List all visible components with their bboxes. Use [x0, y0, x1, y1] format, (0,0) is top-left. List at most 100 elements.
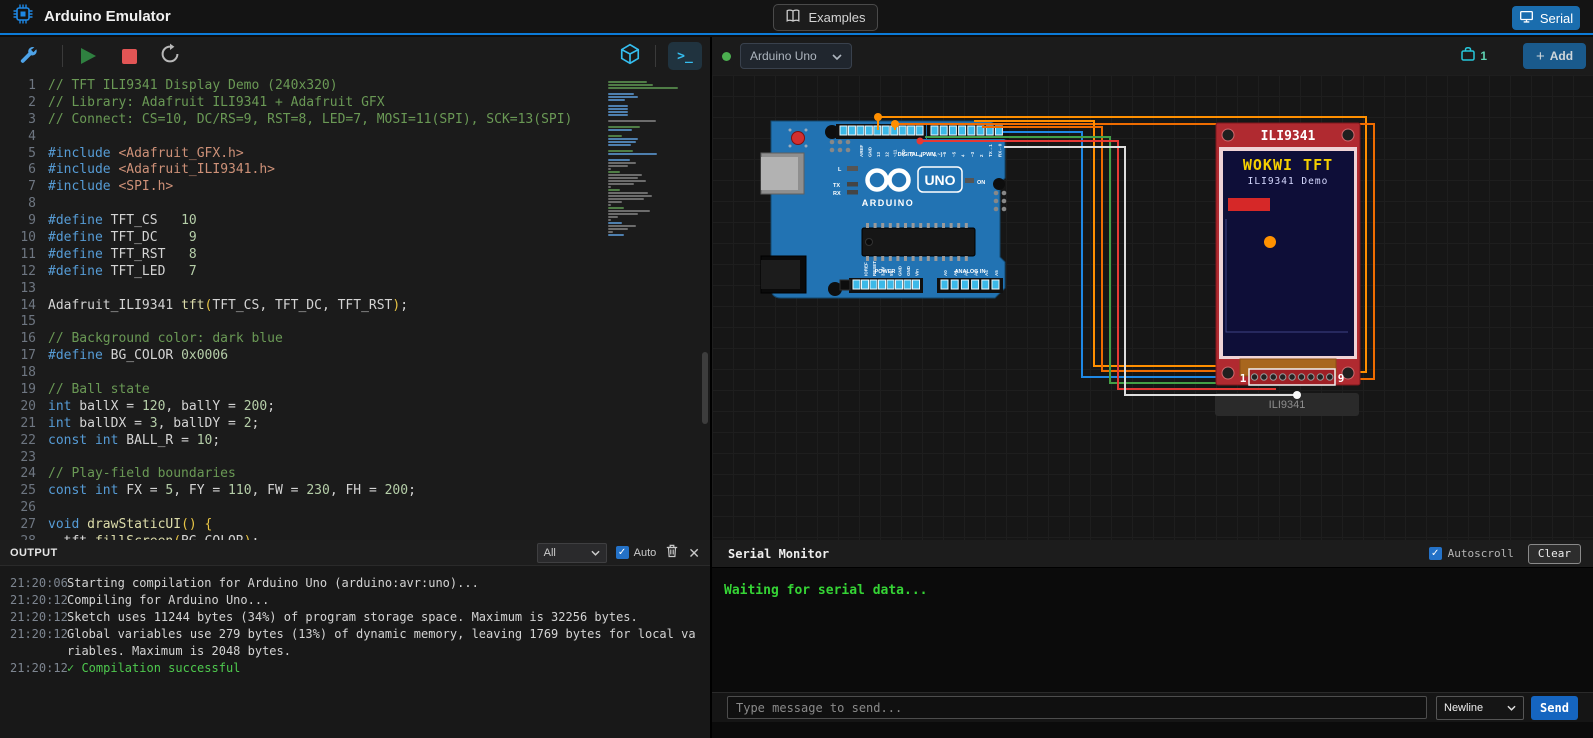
- atmega-chip: [862, 228, 975, 256]
- log-row: 21:20:12Sketch uses 11244 bytes (34%) of…: [0, 609, 710, 626]
- code-line: 19// Ball state: [0, 382, 572, 399]
- terminal-toggle-button[interactable]: >_: [668, 42, 702, 70]
- ili9341-tft-module[interactable]: ILI9341 WOKWI TFT ILI9341 Demo 1 9: [1216, 123, 1360, 385]
- pin: [968, 126, 975, 135]
- wire-endpoint-dot[interactable]: [1293, 391, 1301, 399]
- icsp-pin: [1002, 199, 1007, 204]
- icsp-pin: [846, 140, 851, 145]
- led-tx: [847, 182, 858, 187]
- code-line: 6#include <Adafruit_ILI9341.h>: [0, 162, 572, 179]
- code-line: 13: [0, 281, 572, 298]
- wire-orange[interactable]: [974, 121, 1252, 366]
- icsp-pin: [830, 140, 835, 145]
- run-button[interactable]: [81, 48, 96, 64]
- arduino-uno-board[interactable]: AREFGND1312~11~10~987~6~54~32TX→1RX←0 DI…: [761, 121, 1009, 298]
- tft-pin: [1261, 374, 1267, 380]
- minimap-line: [608, 96, 638, 98]
- chip-leg: [896, 223, 899, 228]
- minimap-line: [608, 159, 630, 161]
- tft-screen-subtitle: ILI9341 Demo: [1248, 176, 1329, 187]
- minimap-line: [608, 207, 624, 209]
- examples-label: Examples: [808, 10, 865, 25]
- pin: [904, 280, 911, 289]
- pin: [899, 126, 906, 135]
- code-line: 5#include <Adafruit_GFX.h>: [0, 146, 572, 163]
- pin: [870, 280, 877, 289]
- auto-checkbox[interactable]: ✓: [616, 546, 629, 559]
- serial-toggle-button[interactable]: Serial: [1512, 6, 1580, 30]
- serial-title: Serial Monitor: [728, 547, 829, 561]
- stop-button[interactable]: [122, 49, 137, 64]
- chevron-down-icon: [591, 547, 600, 559]
- chip-leg: [927, 256, 930, 261]
- pin: [896, 280, 903, 289]
- minimap-line: [608, 153, 657, 155]
- editor-toolbar: >_: [0, 37, 710, 75]
- pin: [882, 126, 889, 135]
- chip-leg: [866, 223, 869, 228]
- status-dot: [722, 52, 731, 61]
- chip-leg: [912, 223, 915, 228]
- chip-leg: [896, 256, 899, 261]
- add-part-button[interactable]: + Add: [1523, 43, 1586, 69]
- pin-label: A0: [943, 270, 948, 276]
- autoscroll-checkbox[interactable]: ✓: [1429, 547, 1442, 560]
- minimap-line: [608, 144, 631, 146]
- minimap-line: [608, 114, 628, 116]
- output-filter-select[interactable]: All: [537, 543, 607, 563]
- minimap-line: [608, 93, 634, 95]
- wire-junction-dot[interactable]: [917, 138, 924, 145]
- trash-icon[interactable]: [665, 543, 679, 563]
- pin: [865, 126, 872, 135]
- diagram-canvas[interactable]: AREFGND1312~11~10~987~6~54~32TX→1RX←0 DI…: [712, 75, 1593, 540]
- log-row: 21:20:12Compiling for Arduino Uno...: [0, 592, 710, 609]
- settings-wrench-icon[interactable]: [18, 44, 38, 69]
- wire-junction-dot[interactable]: [874, 113, 882, 121]
- chip-leg: [874, 223, 877, 228]
- pin: [862, 280, 869, 289]
- chip-leg: [942, 223, 945, 228]
- minimap-line: [608, 198, 644, 200]
- tft-pin: [1280, 374, 1286, 380]
- tft-pin: [1289, 374, 1295, 380]
- code-line: 12#define TFT_LED 7: [0, 264, 572, 281]
- reset-button[interactable]: [792, 132, 805, 145]
- code-line: 15: [0, 314, 572, 331]
- diagram-3d-icon[interactable]: [619, 43, 641, 70]
- pin-label: 13: [876, 151, 881, 157]
- wire-junction-dot[interactable]: [891, 120, 899, 128]
- close-icon[interactable]: ✕: [688, 546, 700, 560]
- minimap-line: [608, 210, 650, 212]
- code-line: 9#define TFT_CS 10: [0, 213, 572, 230]
- send-button[interactable]: Send: [1531, 696, 1578, 720]
- icsp-pin: [994, 191, 999, 196]
- toolbar-divider: [62, 45, 63, 67]
- chip-leg: [927, 223, 930, 228]
- auto-label: Auto: [634, 547, 657, 559]
- chip-leg: [904, 223, 907, 228]
- line-ending-select[interactable]: Newline: [1436, 696, 1524, 720]
- output-title: OUTPUT: [10, 547, 58, 559]
- examples-button[interactable]: Examples: [773, 4, 878, 31]
- led-rx-label: RX: [833, 191, 841, 197]
- chip-icon: [12, 3, 34, 30]
- pin: [940, 126, 947, 135]
- parts-counter: 1: [1460, 46, 1487, 67]
- code-line: 27void drawStaticUI() {: [0, 517, 572, 534]
- editor-minimap[interactable]: [608, 81, 696, 237]
- editor-scrollbar[interactable]: [702, 352, 708, 424]
- clear-button[interactable]: Clear: [1528, 544, 1581, 564]
- code-line: 7#include <SPI.h>: [0, 179, 572, 196]
- board-select[interactable]: Arduino Uno: [740, 43, 852, 69]
- chip-leg: [881, 223, 884, 228]
- minimap-line: [608, 225, 636, 227]
- pin: [848, 126, 855, 135]
- serial-input[interactable]: [727, 696, 1427, 719]
- serial-monitor-panel: Serial Monitor ✓ Autoscroll Clear Waitin…: [712, 540, 1593, 738]
- minimap-line: [608, 183, 634, 185]
- code-editor[interactable]: 1// TFT ILI9341 Display Demo (240x320)2/…: [0, 75, 710, 540]
- pin-label: ~6: [942, 151, 947, 157]
- output-filter-value: All: [544, 547, 556, 559]
- restart-icon[interactable]: [159, 43, 181, 70]
- icsp-pin: [838, 148, 843, 153]
